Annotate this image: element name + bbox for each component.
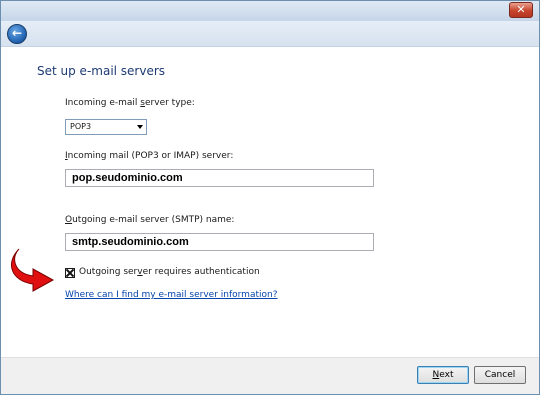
close-icon: ✕	[516, 3, 526, 16]
outgoing-server-label: Outgoing e-mail server (SMTP) name:	[65, 215, 235, 225]
page-title: Set up e-mail servers	[37, 64, 166, 78]
chevron-down-icon	[137, 125, 143, 129]
title-bar: ✕	[1, 1, 539, 21]
cancel-button[interactable]: Cancel	[474, 366, 526, 384]
setup-email-dialog: ✕ ← Set up e-mail servers Incoming e-mai…	[0, 0, 540, 395]
content-area: Set up e-mail servers Incoming e-mail se…	[1, 47, 539, 357]
back-arrow-icon: ←	[11, 26, 23, 40]
auth-required-checkbox[interactable]	[65, 268, 75, 278]
auth-required-label: Outgoing server requires authentication	[79, 267, 260, 277]
server-type-value: POP3	[70, 122, 92, 131]
footer-bar: Next Cancel	[1, 357, 539, 394]
navigation-bar: ←	[1, 21, 539, 47]
next-button[interactable]: Next	[417, 366, 469, 384]
server-type-select[interactable]: POP3	[65, 119, 147, 135]
close-button[interactable]: ✕	[509, 2, 533, 18]
outgoing-server-input[interactable]: smtp.seudominio.com	[65, 233, 374, 251]
red-curved-arrow-icon	[10, 248, 55, 292]
incoming-server-input[interactable]: pop.seudominio.com	[65, 169, 374, 187]
back-button[interactable]: ←	[7, 24, 27, 44]
incoming-server-label: Incoming mail (POP3 or IMAP) server:	[65, 151, 234, 161]
server-type-label: Incoming e-mail server type:	[65, 98, 195, 108]
help-link[interactable]: Where can I find my e-mail server inform…	[65, 290, 277, 300]
